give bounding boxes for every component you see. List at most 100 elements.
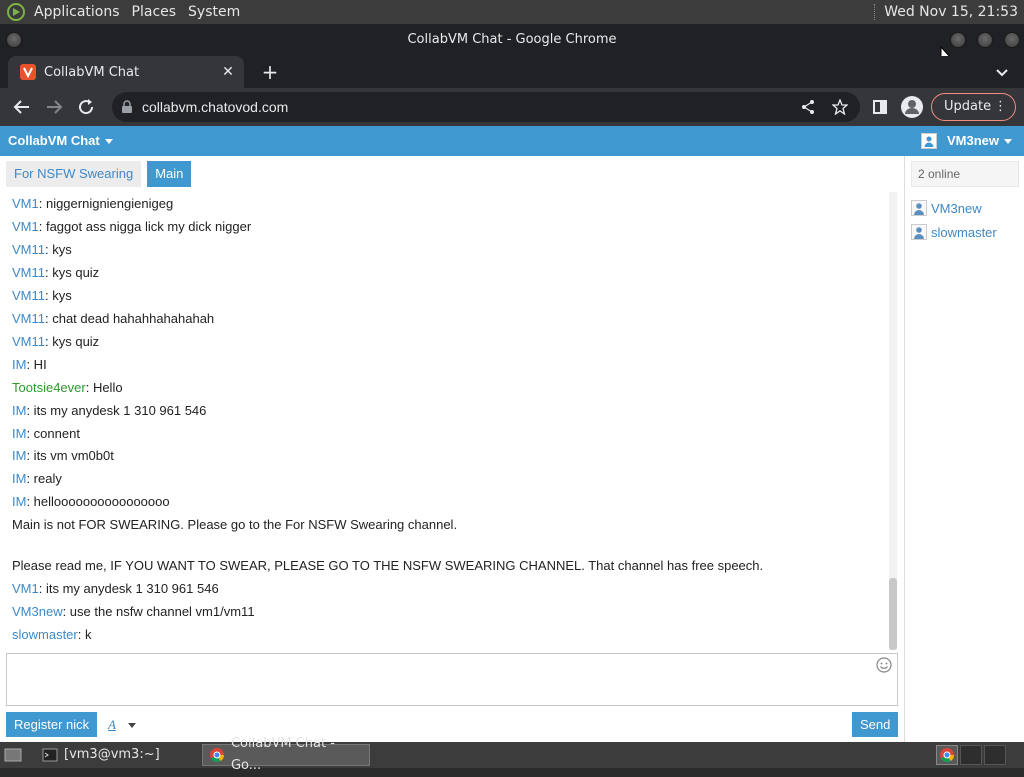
reload-icon[interactable] — [74, 95, 98, 119]
message-nick[interactable]: VM11 — [12, 311, 45, 326]
online-count: 2 online — [911, 161, 1019, 187]
message-text: : kys — [45, 288, 72, 303]
workspace-2[interactable] — [960, 745, 982, 765]
message-text: : its my anydesk 1 310 961 546 — [26, 403, 207, 418]
new-tab-button[interactable]: + — [258, 60, 282, 84]
tab-strip: CollabVM Chat ✕ + — [0, 56, 1024, 88]
message-nick[interactable]: VM11 — [12, 288, 45, 303]
message-input[interactable] — [6, 653, 898, 706]
message-text: : its vm vm0b0t — [26, 448, 114, 463]
message: VM11: kys quiz — [12, 334, 99, 349]
window-menu-button[interactable] — [6, 32, 22, 48]
message-nick[interactable]: Tootsie4ever — [12, 380, 86, 395]
message-text: : use the nsfw channel vm1/vm11 — [62, 604, 255, 619]
message: VM11: kys quiz — [12, 265, 99, 280]
message-nick[interactable]: IM — [12, 403, 26, 418]
system-message: Main is not FOR SWEARING. Please go to t… — [12, 517, 457, 532]
message-text: Main is not FOR SWEARING. Please go to t… — [12, 517, 458, 532]
message: VM1: niggernigniengienigeg — [12, 196, 173, 211]
register-nick-button[interactable]: Register nick — [6, 712, 98, 737]
message-text: : realy — [26, 471, 62, 486]
kebab-menu-icon[interactable]: ⋮ — [994, 94, 1007, 120]
tab-nsfw-swearing[interactable]: For NSFW Swearing — [6, 161, 142, 187]
tab-collabvm-chat[interactable]: CollabVM Chat ✕ — [8, 56, 244, 88]
message: IM: its vm vm0b0t — [12, 448, 114, 463]
bookmark-star-icon[interactable] — [832, 99, 848, 115]
app-header: CollabVM Chat VM3new — [0, 126, 1024, 156]
places-menu[interactable]: Places — [126, 0, 183, 24]
user-icon — [911, 200, 927, 216]
forward-arrow-icon[interactable] — [42, 95, 66, 119]
chrome-icon — [209, 748, 224, 763]
chat-menu[interactable]: CollabVM Chat — [8, 126, 113, 156]
message-text: : its my anydesk 1 310 961 546 — [38, 581, 219, 596]
message-text: : kys quiz — [45, 334, 100, 349]
user-menu[interactable]: VM3new — [920, 126, 1012, 156]
user-list-item[interactable]: VM3new — [911, 198, 982, 218]
message-nick[interactable]: VM11 — [12, 242, 45, 257]
message: slowmaster: k — [12, 627, 91, 642]
show-desktop-icon[interactable] — [4, 747, 22, 763]
profile-avatar-icon[interactable] — [900, 95, 924, 119]
system-menu[interactable]: System — [182, 0, 246, 24]
message: VM3new: use the nsfw channel vm1/vm11 — [12, 604, 255, 619]
message-nick[interactable]: slowmaster — [12, 627, 78, 642]
side-panel-icon[interactable] — [868, 95, 892, 119]
user-icon — [911, 224, 927, 240]
message: IM: connent — [12, 426, 80, 441]
tab-main[interactable]: Main — [147, 161, 192, 187]
panel-separator — [874, 4, 876, 20]
address-bar[interactable]: collabvm.chatovod.com — [112, 92, 860, 122]
scrollbar-thumb[interactable] — [889, 578, 897, 650]
message-text: : HI — [26, 357, 47, 372]
message-nick[interactable]: VM1 — [12, 196, 39, 211]
message-nick[interactable]: VM3new — [12, 604, 63, 619]
message-nick[interactable]: IM — [12, 357, 26, 372]
message: Tootsie4ever: Hello — [12, 380, 123, 395]
message-nick[interactable]: VM1 — [12, 581, 39, 596]
tab-close-icon[interactable]: ✕ — [220, 64, 236, 80]
smiley-icon[interactable] — [876, 657, 892, 673]
message-nick[interactable]: IM — [12, 471, 26, 486]
app-title: CollabVM Chat — [8, 133, 100, 148]
message-nick[interactable]: VM1 — [12, 219, 39, 234]
task-terminal[interactable]: [vm3@vm3:~] — [36, 744, 196, 766]
lock-icon[interactable] — [120, 100, 134, 114]
workspace-switcher-active[interactable] — [936, 745, 958, 765]
back-arrow-icon[interactable] — [10, 95, 34, 119]
message-nick[interactable]: VM11 — [12, 334, 45, 349]
clock[interactable]: Wed Nov 15, 21:53 — [874, 0, 1018, 24]
url-text: collabvm.chatovod.com — [142, 99, 289, 115]
tab-search-chevron-icon[interactable] — [994, 64, 1010, 80]
close-window-button[interactable] — [1004, 32, 1020, 48]
share-icon[interactable] — [800, 99, 816, 115]
message-text: : connent — [26, 426, 80, 441]
message-list[interactable]: VM1: niggernigniengienigeg VM1: faggot a… — [0, 192, 888, 650]
update-button[interactable]: Update ⋮ — [931, 93, 1016, 121]
message-text: : Hello — [85, 380, 123, 395]
user-avatar-icon — [920, 133, 937, 149]
workspace-3[interactable] — [984, 745, 1006, 765]
user-name: slowmaster — [931, 224, 997, 240]
message-nick[interactable]: IM — [12, 448, 26, 463]
maximize-button[interactable] — [977, 32, 993, 48]
window-titlebar[interactable]: CollabVM Chat - Google Chrome — [0, 24, 1024, 64]
format-chevron-down-icon[interactable] — [128, 723, 136, 728]
message-text: : faggot ass nigga lick my dick nigger — [38, 219, 252, 234]
message-text: : kys quiz — [45, 265, 100, 280]
message-nick[interactable]: VM11 — [12, 265, 45, 280]
distro-logo-icon[interactable] — [6, 2, 26, 22]
message-nick[interactable]: IM — [12, 494, 26, 509]
text-format-button[interactable]: A — [108, 717, 116, 733]
minimize-button[interactable] — [950, 32, 966, 48]
task-chrome[interactable]: CollabVM Chat - Go... — [202, 736, 370, 773]
message-scrollbar[interactable] — [889, 192, 897, 650]
task-label: [vm3@vm3:~] — [64, 747, 160, 762]
message-nick[interactable]: IM — [12, 426, 26, 441]
send-button[interactable]: Send — [852, 712, 899, 737]
message: IM: HI — [12, 357, 47, 372]
message: VM1: faggot ass nigga lick my dick nigge… — [12, 219, 251, 234]
user-list-sidebar: 2 online VM3new slowmaster — [904, 156, 1024, 742]
user-list-item[interactable]: slowmaster — [911, 222, 997, 242]
applications-menu[interactable]: Applications — [28, 0, 126, 24]
